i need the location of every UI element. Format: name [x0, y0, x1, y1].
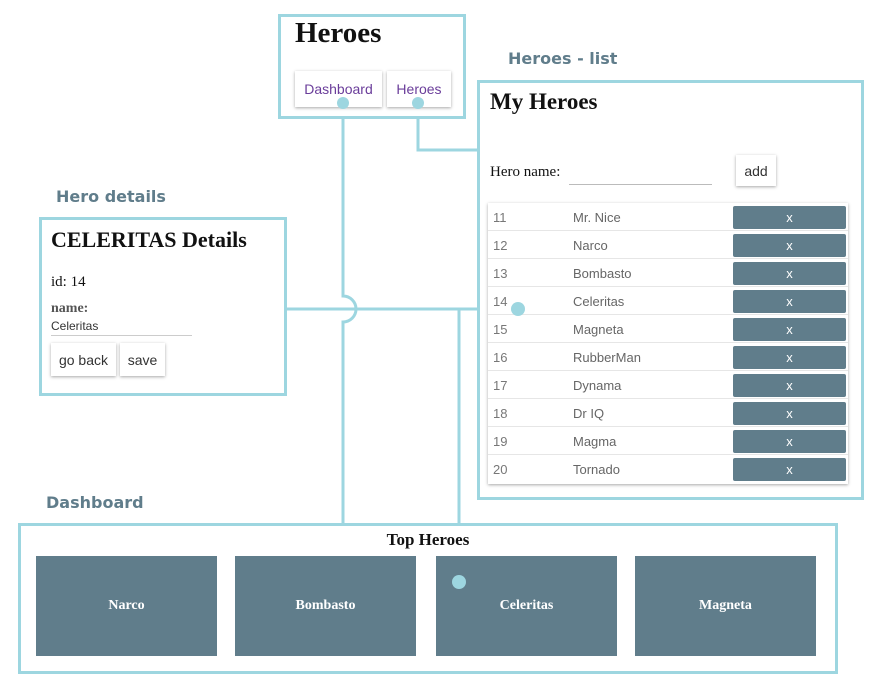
hero-row-name: Mr. Nice [573, 210, 621, 225]
name-label: name: [51, 301, 89, 316]
hero-row-id: 15 [493, 322, 508, 337]
hero-row-id: 18 [493, 406, 508, 421]
delete-hero-button[interactable]: x [733, 374, 846, 397]
hero-row-name: Magneta [573, 322, 624, 337]
hero-row[interactable]: 18 Dr IQ x [488, 399, 848, 427]
nav-heroes-button[interactable]: Heroes [387, 71, 451, 107]
hero-id: id: 14 [51, 274, 86, 290]
hero-tile[interactable]: Magneta [635, 556, 816, 656]
hero-details-frame: CELERITAS Details id: 14 name: Celeritas… [39, 217, 287, 396]
hero-row-name: Dr IQ [573, 406, 605, 421]
hero-row-id: 20 [493, 462, 508, 477]
hero-tile[interactable]: Celeritas [436, 556, 617, 656]
details-title: CELERITAS Details [51, 227, 247, 252]
name-input[interactable]: Celeritas [51, 319, 192, 336]
hero-row-name: Celeritas [573, 294, 625, 309]
hero-list: 11 Mr. Nice x 12 Narco x 13 Bombasto x 14 Celerita… [488, 203, 848, 484]
hero-tile[interactable]: Bombasto [235, 556, 416, 656]
delete-hero-button[interactable]: x [733, 206, 846, 229]
delete-hero-button[interactable]: x [733, 318, 846, 341]
hero-row-id: 13 [493, 266, 508, 281]
hero-row[interactable]: 17 Dynama x [488, 371, 848, 399]
save-button[interactable]: save [120, 343, 165, 376]
hero-tile[interactable]: Narco [36, 556, 217, 656]
hero-row-name: Dynama [573, 378, 622, 393]
hero-row-id: 14 [493, 294, 508, 309]
hero-row-id: 17 [493, 378, 508, 393]
app-shell-frame: Heroes Dashboard Heroes [278, 14, 466, 119]
hero-row-id: 11 [493, 210, 507, 225]
hero-row[interactable]: 14 Celeritas x [488, 287, 848, 315]
my-heroes-title: My Heroes [490, 89, 598, 114]
hero-row[interactable]: 12 Narco x [488, 231, 848, 259]
top-heroes-title: Top Heroes [386, 530, 470, 549]
nav-dashboard-button[interactable]: Dashboard [295, 71, 382, 107]
hero-row[interactable]: 19 Magma x [488, 427, 848, 455]
dashboard-label: Dashboard [46, 493, 144, 512]
hero-name-input[interactable] [569, 161, 712, 185]
hero-row-id: 19 [493, 434, 508, 449]
delete-hero-button[interactable]: x [733, 234, 846, 257]
hero-row[interactable]: 11 Mr. Nice x [488, 203, 848, 231]
delete-hero-button[interactable]: x [733, 346, 846, 369]
hero-row-id: 16 [493, 350, 508, 365]
add-hero-button[interactable]: add [736, 155, 776, 186]
hero-name-label: Hero name: [490, 164, 561, 180]
delete-hero-button[interactable]: x [733, 458, 846, 481]
heroes-list-label: Heroes - list [508, 49, 618, 68]
hero-row-name: Tornado [573, 462, 620, 477]
hero-details-label: Hero details [56, 187, 166, 206]
go-back-button[interactable]: go back [51, 343, 116, 376]
hero-row-name: RubberMan [573, 350, 641, 365]
hero-row[interactable]: 20 Tornado x [488, 455, 848, 483]
app-title: Heroes [295, 17, 382, 49]
hero-row-name: Magma [573, 434, 617, 449]
hero-row[interactable]: 16 RubberMan x [488, 343, 848, 371]
connector-dashboard [341, 103, 358, 524]
delete-hero-button[interactable]: x [733, 290, 846, 313]
hero-row-name: Bombasto [573, 266, 632, 281]
delete-hero-button[interactable]: x [733, 402, 846, 425]
delete-hero-button[interactable]: x [733, 262, 846, 285]
hero-row-name: Narco [573, 238, 608, 253]
hero-row-id: 12 [493, 238, 508, 253]
hero-row[interactable]: 15 Magneta x [488, 315, 848, 343]
delete-hero-button[interactable]: x [733, 430, 846, 453]
hero-row[interactable]: 13 Bombasto x [488, 259, 848, 287]
